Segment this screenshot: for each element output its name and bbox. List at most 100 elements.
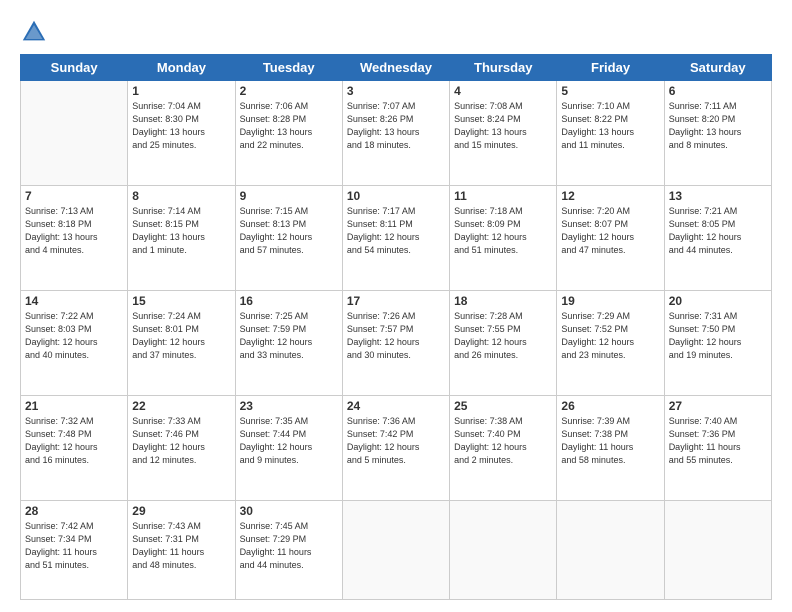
day-number: 21 bbox=[25, 399, 123, 413]
calendar-cell: 26 Sunrise: 7:39 AM Sunset: 7:38 PM Dayli… bbox=[557, 396, 664, 501]
day-number: 3 bbox=[347, 84, 445, 98]
day-number: 17 bbox=[347, 294, 445, 308]
day-info: Sunrise: 7:28 AM Sunset: 7:55 PM Dayligh… bbox=[454, 310, 552, 362]
calendar-cell: 6 Sunrise: 7:11 AM Sunset: 8:20 PM Daylig… bbox=[664, 81, 771, 186]
day-number: 25 bbox=[454, 399, 552, 413]
day-info: Sunrise: 7:06 AM Sunset: 8:28 PM Dayligh… bbox=[240, 100, 338, 152]
day-number: 19 bbox=[561, 294, 659, 308]
day-info: Sunrise: 7:24 AM Sunset: 8:01 PM Dayligh… bbox=[132, 310, 230, 362]
calendar-cell bbox=[21, 81, 128, 186]
calendar-cell bbox=[342, 501, 449, 600]
day-info: Sunrise: 7:14 AM Sunset: 8:15 PM Dayligh… bbox=[132, 205, 230, 257]
day-info: Sunrise: 7:22 AM Sunset: 8:03 PM Dayligh… bbox=[25, 310, 123, 362]
day-header-wednesday: Wednesday bbox=[342, 55, 449, 81]
day-number: 20 bbox=[669, 294, 767, 308]
day-number: 28 bbox=[25, 504, 123, 518]
calendar-cell: 28 Sunrise: 7:42 AM Sunset: 7:34 PM Dayli… bbox=[21, 501, 128, 600]
day-number: 30 bbox=[240, 504, 338, 518]
calendar-cell: 17 Sunrise: 7:26 AM Sunset: 7:57 PM Dayli… bbox=[342, 291, 449, 396]
calendar-cell: 7 Sunrise: 7:13 AM Sunset: 8:18 PM Daylig… bbox=[21, 186, 128, 291]
calendar-week-row: 1 Sunrise: 7:04 AM Sunset: 8:30 PM Daylig… bbox=[21, 81, 772, 186]
day-number: 24 bbox=[347, 399, 445, 413]
day-header-sunday: Sunday bbox=[21, 55, 128, 81]
calendar-cell: 29Sunrise: 7:43 AM Sunset: 7:31 PM Dayli… bbox=[128, 501, 235, 600]
calendar-cell: 12 Sunrise: 7:20 AM Sunset: 8:07 PM Dayli… bbox=[557, 186, 664, 291]
day-number: 4 bbox=[454, 84, 552, 98]
day-number: 8 bbox=[132, 189, 230, 203]
calendar-cell: 1 Sunrise: 7:04 AM Sunset: 8:30 PM Daylig… bbox=[128, 81, 235, 186]
day-header-monday: Monday bbox=[128, 55, 235, 81]
day-info: Sunrise: 7:13 AM Sunset: 8:18 PM Dayligh… bbox=[25, 205, 123, 257]
calendar-cell: 14 Sunrise: 7:22 AM Sunset: 8:03 PM Dayli… bbox=[21, 291, 128, 396]
calendar-week-row: 14 Sunrise: 7:22 AM Sunset: 8:03 PM Dayli… bbox=[21, 291, 772, 396]
header bbox=[20, 18, 772, 46]
day-number: 12 bbox=[561, 189, 659, 203]
day-header-friday: Friday bbox=[557, 55, 664, 81]
day-info: Sunrise: 7:39 AM Sunset: 7:38 PM Dayligh… bbox=[561, 415, 659, 467]
day-info: Sunrise: 7:38 AM Sunset: 7:40 PM Dayligh… bbox=[454, 415, 552, 467]
calendar-cell: 3 Sunrise: 7:07 AM Sunset: 8:26 PM Daylig… bbox=[342, 81, 449, 186]
calendar-cell: 9 Sunrise: 7:15 AM Sunset: 8:13 PM Daylig… bbox=[235, 186, 342, 291]
calendar-cell: 24 Sunrise: 7:36 AM Sunset: 7:42 PM Dayli… bbox=[342, 396, 449, 501]
day-info: Sunrise: 7:33 AM Sunset: 7:46 PM Dayligh… bbox=[132, 415, 230, 467]
calendar-cell: 10 Sunrise: 7:17 AM Sunset: 8:11 PM Dayli… bbox=[342, 186, 449, 291]
day-info: Sunrise: 7:08 AM Sunset: 8:24 PM Dayligh… bbox=[454, 100, 552, 152]
day-info: Sunrise: 7:20 AM Sunset: 8:07 PM Dayligh… bbox=[561, 205, 659, 257]
day-number: 23 bbox=[240, 399, 338, 413]
day-info: Sunrise: 7:42 AM Sunset: 7:34 PM Dayligh… bbox=[25, 520, 123, 572]
day-number: 5 bbox=[561, 84, 659, 98]
calendar-cell: 13Sunrise: 7:21 AM Sunset: 8:05 PM Dayli… bbox=[664, 186, 771, 291]
day-info: Sunrise: 7:11 AM Sunset: 8:20 PM Dayligh… bbox=[669, 100, 767, 152]
day-number: 14 bbox=[25, 294, 123, 308]
calendar-cell: 22 Sunrise: 7:33 AM Sunset: 7:46 PM Dayli… bbox=[128, 396, 235, 501]
calendar-cell bbox=[664, 501, 771, 600]
day-info: Sunrise: 7:15 AM Sunset: 8:13 PM Dayligh… bbox=[240, 205, 338, 257]
calendar-week-row: 21 Sunrise: 7:32 AM Sunset: 7:48 PM Dayli… bbox=[21, 396, 772, 501]
calendar-cell: 20 Sunrise: 7:31 AM Sunset: 7:50 PM Dayli… bbox=[664, 291, 771, 396]
calendar-cell: 21 Sunrise: 7:32 AM Sunset: 7:48 PM Dayli… bbox=[21, 396, 128, 501]
day-info: Sunrise: 7:31 AM Sunset: 7:50 PM Dayligh… bbox=[669, 310, 767, 362]
calendar-cell: 25 Sunrise: 7:38 AM Sunset: 7:40 PM Dayli… bbox=[450, 396, 557, 501]
day-header-tuesday: Tuesday bbox=[235, 55, 342, 81]
day-info: Sunrise: 7:25 AM Sunset: 7:59 PM Dayligh… bbox=[240, 310, 338, 362]
calendar-cell: 15Sunrise: 7:24 AM Sunset: 8:01 PM Dayli… bbox=[128, 291, 235, 396]
logo bbox=[20, 18, 52, 46]
calendar-cell: 4 Sunrise: 7:08 AM Sunset: 8:24 PM Daylig… bbox=[450, 81, 557, 186]
day-info: Sunrise: 7:32 AM Sunset: 7:48 PM Dayligh… bbox=[25, 415, 123, 467]
day-info: Sunrise: 7:17 AM Sunset: 8:11 PM Dayligh… bbox=[347, 205, 445, 257]
calendar-cell bbox=[557, 501, 664, 600]
day-info: Sunrise: 7:36 AM Sunset: 7:42 PM Dayligh… bbox=[347, 415, 445, 467]
day-number: 27 bbox=[669, 399, 767, 413]
day-info: Sunrise: 7:10 AM Sunset: 8:22 PM Dayligh… bbox=[561, 100, 659, 152]
day-number: 2 bbox=[240, 84, 338, 98]
day-info: Sunrise: 7:35 AM Sunset: 7:44 PM Dayligh… bbox=[240, 415, 338, 467]
calendar-cell: 30 Sunrise: 7:45 AM Sunset: 7:29 PM Dayli… bbox=[235, 501, 342, 600]
calendar-cell: 18Sunrise: 7:28 AM Sunset: 7:55 PM Dayli… bbox=[450, 291, 557, 396]
day-number: 22 bbox=[132, 399, 230, 413]
calendar-week-row: 7 Sunrise: 7:13 AM Sunset: 8:18 PM Daylig… bbox=[21, 186, 772, 291]
day-number: 10 bbox=[347, 189, 445, 203]
day-number: 9 bbox=[240, 189, 338, 203]
day-info: Sunrise: 7:18 AM Sunset: 8:09 PM Dayligh… bbox=[454, 205, 552, 257]
calendar-cell: 16Sunrise: 7:25 AM Sunset: 7:59 PM Dayli… bbox=[235, 291, 342, 396]
day-number: 13 bbox=[669, 189, 767, 203]
calendar-table: SundayMondayTuesdayWednesdayThursdayFrid… bbox=[20, 54, 772, 600]
calendar-week-row: 28 Sunrise: 7:42 AM Sunset: 7:34 PM Dayli… bbox=[21, 501, 772, 600]
day-number: 1 bbox=[132, 84, 230, 98]
day-info: Sunrise: 7:07 AM Sunset: 8:26 PM Dayligh… bbox=[347, 100, 445, 152]
day-number: 7 bbox=[25, 189, 123, 203]
day-header-saturday: Saturday bbox=[664, 55, 771, 81]
day-info: Sunrise: 7:45 AM Sunset: 7:29 PM Dayligh… bbox=[240, 520, 338, 572]
calendar-cell: 27Sunrise: 7:40 AM Sunset: 7:36 PM Dayli… bbox=[664, 396, 771, 501]
day-number: 26 bbox=[561, 399, 659, 413]
calendar-cell: 23 Sunrise: 7:35 AM Sunset: 7:44 PM Dayli… bbox=[235, 396, 342, 501]
calendar-cell: 2 Sunrise: 7:06 AM Sunset: 8:28 PM Daylig… bbox=[235, 81, 342, 186]
day-number: 6 bbox=[669, 84, 767, 98]
calendar-cell: 11 Sunrise: 7:18 AM Sunset: 8:09 PM Dayli… bbox=[450, 186, 557, 291]
calendar-header-row: SundayMondayTuesdayWednesdayThursdayFrid… bbox=[21, 55, 772, 81]
day-header-thursday: Thursday bbox=[450, 55, 557, 81]
day-info: Sunrise: 7:04 AM Sunset: 8:30 PM Dayligh… bbox=[132, 100, 230, 152]
day-info: Sunrise: 7:26 AM Sunset: 7:57 PM Dayligh… bbox=[347, 310, 445, 362]
calendar-cell: 5 Sunrise: 7:10 AM Sunset: 8:22 PM Daylig… bbox=[557, 81, 664, 186]
day-number: 11 bbox=[454, 189, 552, 203]
